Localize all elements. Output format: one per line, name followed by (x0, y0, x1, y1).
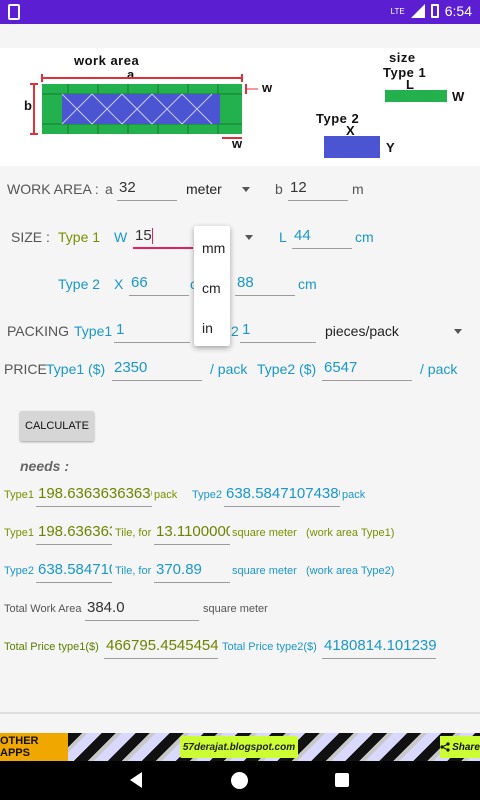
result-row3-type2-tiles[interactable]: 638.5847107 (36, 561, 112, 583)
packing-type2-input[interactable]: 1 (240, 321, 316, 343)
size-type1-label: Type 1 (58, 229, 101, 245)
work-area-label: WORK AREA : (7, 181, 99, 197)
price-label: PRICE (4, 361, 47, 377)
result-row2-type1-tiles[interactable]: 198.6363636 (36, 523, 112, 545)
diagram-type1-label: Type 1 (383, 65, 427, 80)
size-w-label: W (114, 229, 128, 245)
size-y-input[interactable]: 88 (235, 274, 295, 296)
diagram-work-area-label: work area (74, 53, 140, 68)
type2-tile-swatch (324, 136, 380, 158)
blog-link[interactable]: 57derajat.blogspot.com (180, 736, 298, 758)
size-y-unit: cm (298, 276, 317, 292)
result-row3-square-meter: square meter (232, 565, 297, 577)
share-label: Share (452, 741, 480, 753)
recent-apps-icon[interactable] (335, 773, 349, 787)
result-type1-label: Type1 (4, 489, 34, 501)
unit-option-cm[interactable]: cm (202, 280, 221, 296)
total-price-type2-value[interactable]: 4180814.1012396 (322, 637, 436, 659)
unit-option-mm[interactable]: mm (202, 240, 225, 256)
size-x-input[interactable]: 66 (129, 274, 189, 296)
work-area-b-unit: m (352, 181, 364, 197)
size-l-input[interactable]: 44 (292, 227, 352, 249)
size-label: SIZE : (11, 229, 50, 245)
price-type1-label: Type1 ($) (46, 361, 106, 377)
network-type: LTE (390, 6, 405, 16)
size-type2-label: Type 2 (58, 276, 101, 292)
signal-icon (410, 4, 425, 18)
result-type1-pack-unit: pack (154, 489, 178, 501)
total-work-area-label: Total Work Area (4, 603, 82, 615)
price-type1-per-pack: / pack (210, 361, 248, 377)
packing-type2-label: 2 (231, 323, 239, 339)
total-work-area-value[interactable]: 384.0 (85, 599, 199, 621)
packing-unit-arrow-icon[interactable] (454, 329, 462, 334)
share-button[interactable]: Share (440, 736, 480, 758)
packing-type1-label: Type1 (74, 323, 113, 339)
battery-icon (430, 4, 439, 18)
packing-type1-input[interactable]: 1 (114, 321, 190, 343)
calculate-button[interactable]: CALCULATE (20, 411, 94, 441)
status-icons: LTE 6:54 (391, 3, 472, 19)
clock: 6:54 (444, 3, 472, 19)
sd-card-icon (8, 4, 20, 20)
work-area-b-input[interactable]: 12 (288, 179, 348, 201)
size-l-label: L (279, 229, 287, 245)
work-area-tile-drawing (30, 74, 258, 139)
result-type2-pack-unit: pack (342, 489, 366, 501)
size-x-label: X (114, 276, 124, 292)
result-row3-tile-for: Tile, for (115, 565, 152, 577)
result-row2-tile-for: Tile, for (115, 527, 152, 539)
price-type2-label: Type2 ($) (257, 361, 317, 377)
result-row3-type2-label: Type2 (4, 565, 34, 577)
packing-label: PACKING (7, 323, 69, 339)
size-l-unit: cm (355, 229, 374, 245)
text-cursor (151, 228, 153, 245)
result-row2-type1-label: Type1 (4, 527, 34, 539)
diagram-Y-label: Y (386, 140, 396, 155)
work-area-a-label: a (105, 181, 113, 197)
divider (0, 712, 480, 714)
diagram-W-label: W (452, 89, 465, 104)
diagram-w-label-top: w (262, 80, 273, 95)
result-row2-area[interactable]: 13.1100000 (154, 523, 230, 545)
work-area-unit-select[interactable]: meter (186, 181, 222, 197)
price-type2-input[interactable]: 6547 (322, 359, 412, 381)
needs-heading: needs : (20, 458, 70, 474)
work-area-a-input[interactable]: 32 (117, 179, 177, 201)
unit-option-in[interactable]: in (202, 320, 213, 336)
unit-dropdown-popup: mm cm in (194, 226, 230, 346)
size-w-value: 15 (135, 227, 152, 244)
work-area-b-label: b (275, 181, 283, 197)
work-area-unit-arrow-icon[interactable] (242, 187, 250, 192)
result-type2-label: Type2 (192, 489, 222, 501)
status-bar: LTE 6:54 (0, 0, 480, 24)
back-icon[interactable] (130, 772, 142, 788)
home-icon[interactable] (231, 772, 248, 789)
result-row3-area[interactable]: 370.89 (154, 561, 230, 583)
result-row2-square-meter: square meter (232, 527, 297, 539)
total-work-area-unit: square meter (203, 603, 268, 615)
navigation-bar (0, 761, 480, 800)
share-icon (440, 742, 450, 752)
type1-tile-swatch (385, 90, 447, 102)
result-type1-packs[interactable]: 198.6363636363636 (36, 485, 152, 507)
diagram-size-label: size (389, 50, 416, 65)
packing-unit-select[interactable]: pieces/pack (325, 323, 399, 339)
total-price-type1-value[interactable]: 466795.4545454545 (104, 637, 218, 659)
price-type2-per-pack: / pack (420, 361, 458, 377)
result-row2-note: (work area Type1) (306, 527, 395, 539)
total-price-type2-label: Total Price type2($) (222, 641, 317, 653)
size-unit-arrow-icon[interactable] (245, 235, 253, 240)
work-area-diagram: work area a b w w size Type 1 L W Type 2… (0, 48, 480, 166)
size-w-input[interactable]: 15 (133, 227, 193, 249)
price-type1-input[interactable]: 2350 (112, 359, 202, 381)
total-price-type1-label: Total Price type1($) (4, 641, 99, 653)
result-type2-packs[interactable]: 638.5847107438016 (224, 485, 340, 507)
other-apps-button[interactable]: OTHER APPS (0, 733, 68, 761)
result-row3-note: (work area Type2) (306, 565, 395, 577)
